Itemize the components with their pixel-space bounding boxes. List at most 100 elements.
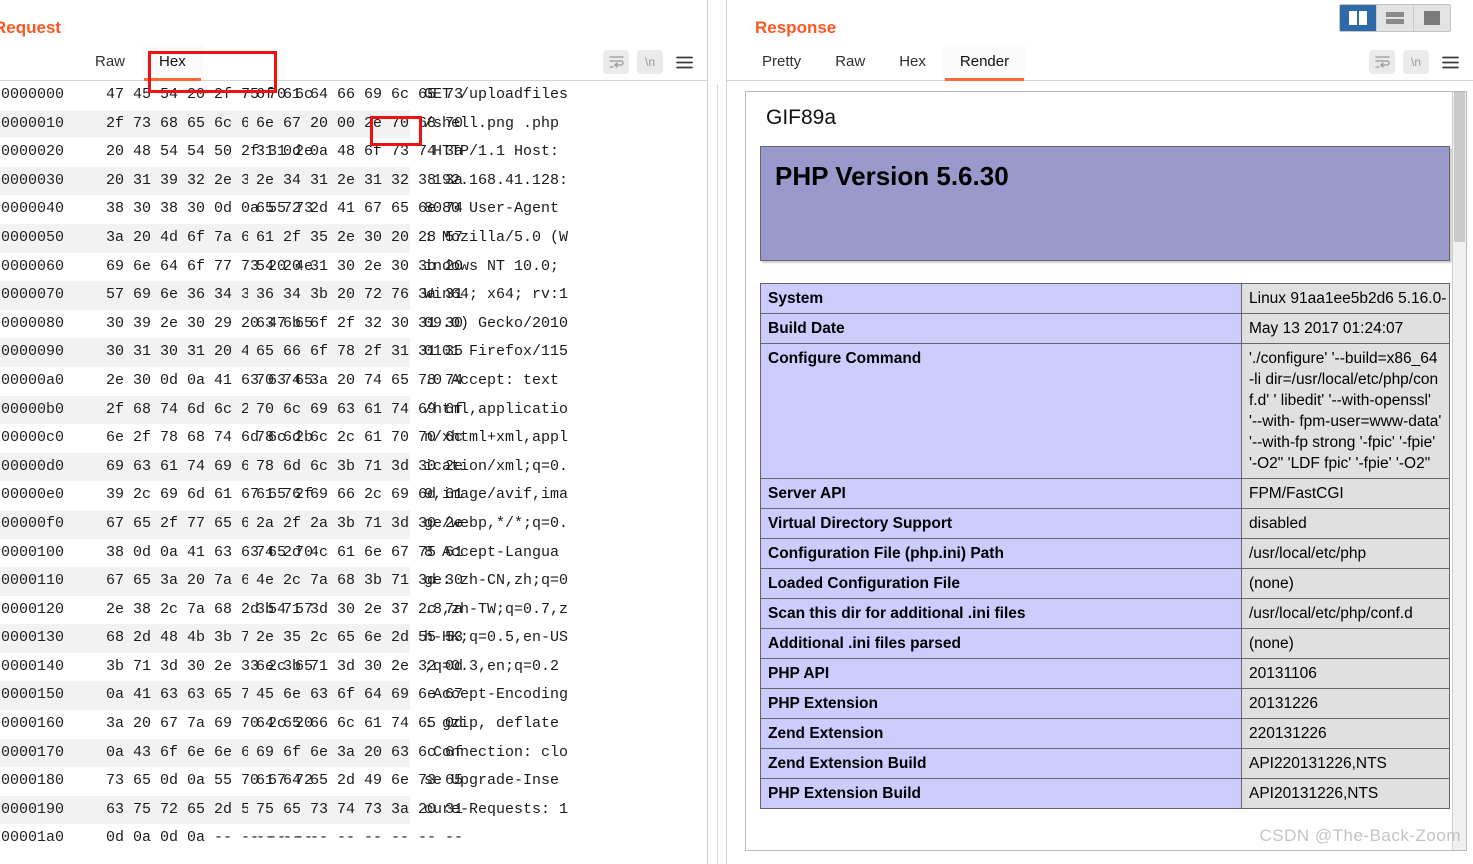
hex-bytes-left[interactable]: 3b 71 3d 30 2e 33 2c 65 xyxy=(96,653,313,682)
hex-bytes-right[interactable]: 54 20 31 30 2e 30 3b 20 xyxy=(248,253,463,282)
hex-bytes-left[interactable]: 0a 43 6f 6e 6e 65 63 74 xyxy=(96,738,313,768)
hex-row[interactable]: 00000100 38 0d 0a 41 63 63 65 7074 2d 4c … xyxy=(0,539,707,568)
hex-bytes-left[interactable]: 30 31 30 31 20 46 69 72 xyxy=(96,338,313,367)
response-render-frame[interactable]: GIF89a PHP Version 5.6.30 System Linux 91… xyxy=(745,91,1467,851)
hex-row[interactable]: 00000160 3a 20 67 7a 69 70 2c 2064 65 66 … xyxy=(0,710,707,739)
split-vertical-icon[interactable] xyxy=(1340,5,1376,31)
hex-row[interactable]: 0000013068 2d 48 4b 3b 71 3d 302e 35 2c … xyxy=(0,624,707,653)
hex-bytes-left[interactable]: 67 65 3a 20 7a 68 2d 43 xyxy=(96,567,313,596)
hex-bytes-right[interactable]: 2a 2f 2a 3b 71 3d 30 2e xyxy=(248,509,463,539)
tab-response-raw[interactable]: Raw xyxy=(818,45,882,80)
hex-row[interactable]: 000001700a 43 6f 6e 6e 65 63 7469 6f 6e … xyxy=(0,738,707,768)
hex-row[interactable]: 000000d069 63 61 74 69 6f 6e 2f78 6d 6c … xyxy=(0,452,707,482)
render-scrollbar[interactable] xyxy=(1452,92,1466,850)
hex-bytes-right[interactable]: 3b 71 3d 30 2e 37 2c 7a xyxy=(248,596,463,625)
hex-row[interactable]: 00000120 2e 38 2c 7a 68 2d 54 573b 71 3d … xyxy=(0,596,707,625)
hex-row[interactable]: 000000f067 65 2f 77 65 62 70 2c2a 2f 2a … xyxy=(0,509,707,539)
hex-row[interactable]: 0000011067 65 3a 20 7a 68 2d 434e 2c 7a … xyxy=(0,567,707,596)
hex-bytes-right[interactable]: 70 6c 69 63 61 74 69 6f xyxy=(248,395,463,425)
hex-bytes-left[interactable]: 69 6e 64 6f 77 73 20 4e xyxy=(96,253,313,282)
hex-bytes-left[interactable]: 0d 0a 0d 0a -- -- -- -- xyxy=(96,824,313,853)
hex-row[interactable]: 0000003020 31 39 32 2e 31 36 382e 34 31 … xyxy=(0,166,707,196)
hex-row[interactable]: 000001a0 0d 0a 0d 0a -- -- -- ---- -- -- … xyxy=(0,824,707,853)
split-horizontal-icon[interactable] xyxy=(1377,5,1413,31)
render-scrollbar-thumb[interactable] xyxy=(1454,92,1465,242)
tab-response-render[interactable]: Render xyxy=(942,45,1027,81)
hex-bytes-left[interactable]: 20 48 54 54 50 2f 31 2e xyxy=(96,138,313,167)
hex-bytes-left[interactable]: 20 31 39 32 2e 31 36 38 xyxy=(96,166,313,196)
hex-bytes-right[interactable]: 70 74 3a 20 74 65 78 74 xyxy=(248,367,463,396)
tab-request-raw[interactable]: Raw xyxy=(78,45,142,80)
hex-row[interactable]: 00000140 3b 71 3d 30 2e 33 2c 656e 3b 71 … xyxy=(0,653,707,682)
hex-row[interactable]: 000000503a 20 4d 6f 7a 69 6c 6c61 2f 35 … xyxy=(0,223,707,253)
panel-divider[interactable] xyxy=(707,0,727,864)
tab-response-hex[interactable]: Hex xyxy=(882,45,943,80)
hex-row[interactable]: 00000040 38 30 38 30 0d 0a 55 7365 72 2d … xyxy=(0,195,707,224)
hex-row[interactable]: 000000e0 39 2c 69 6d 61 67 65 2f61 76 69 … xyxy=(0,481,707,510)
hex-bytes-left[interactable]: 38 30 38 30 0d 0a 55 73 xyxy=(96,195,313,224)
menu-icon[interactable] xyxy=(671,50,697,74)
newline-icon[interactable]: \n xyxy=(637,50,663,74)
hex-bytes-right[interactable]: 4e 2c 7a 68 3b 71 3d 30 xyxy=(248,567,463,596)
hex-row[interactable]: 0000019063 75 72 65 2d 52 65 7175 65 73 … xyxy=(0,795,707,825)
single-pane-icon[interactable] xyxy=(1414,5,1450,31)
hex-bytes-left[interactable]: 2f 73 68 65 6c 6c 2e 70 xyxy=(96,109,313,139)
hex-row[interactable]: 000000b02f 68 74 6d 6c 2c 61 7070 6c 69 … xyxy=(0,395,707,425)
hex-bytes-right[interactable]: 78 6d 6c 2c 61 70 70 6c xyxy=(248,424,463,453)
hex-bytes-left[interactable]: 38 0d 0a 41 63 63 65 70 xyxy=(96,539,313,568)
word-wrap-icon[interactable] xyxy=(1369,50,1395,74)
hex-row[interactable]: 0000009030 31 30 31 20 46 69 7265 66 6f … xyxy=(0,338,707,367)
hex-bytes-right[interactable]: 78 6d 6c 3b 71 3d 30 2e xyxy=(248,452,463,482)
menu-icon[interactable] xyxy=(1437,50,1463,74)
hex-bytes-right[interactable]: 74 2d 4c 61 6e 67 75 61 xyxy=(248,539,463,568)
hex-bytes-right[interactable]: 65 72 2d 41 67 65 6e 74 xyxy=(248,195,463,224)
hex-bytes-right[interactable]: 36 34 3b 20 72 76 3a 31 xyxy=(248,281,463,310)
hex-bytes-right[interactable]: 6e 3b 71 3d 30 2e 32 0d xyxy=(248,653,463,682)
hex-bytes-left[interactable]: 6e 2f 78 68 74 6d 6c 2b xyxy=(96,424,313,453)
hex-row[interactable]: 00000180 73 65 0d 0a 55 70 67 7261 64 65 … xyxy=(0,767,707,796)
hex-bytes-right[interactable]: -- -- -- -- -- -- -- -- xyxy=(248,824,463,853)
hex-bytes-left[interactable]: 73 65 0d 0a 55 70 67 72 xyxy=(96,767,313,796)
hex-bytes-right[interactable]: 61 2f 35 2e 30 20 28 57 xyxy=(248,223,463,253)
hex-bytes-right[interactable]: 31 0d 0a 48 6f 73 74 3a xyxy=(248,138,463,167)
hex-bytes-right[interactable]: 61 64 65 2d 49 6e 73 65 xyxy=(248,767,463,796)
hex-bytes-left[interactable]: 67 65 2f 77 65 62 70 2c xyxy=(96,509,313,539)
hex-bytes-left[interactable]: 47 45 54 20 2f 75 70 6c xyxy=(96,81,313,110)
hex-bytes-left[interactable]: 69 63 61 74 69 6f 6e 2f xyxy=(96,452,313,482)
hex-bytes-right[interactable]: 61 76 69 66 2c 69 6d 61 xyxy=(248,481,463,510)
hex-row[interactable]: 00000020 20 48 54 54 50 2f 31 2e31 0d 0a … xyxy=(0,138,707,167)
hex-row[interactable]: 000001500a 41 63 63 65 70 74 2d45 6e 63 … xyxy=(0,681,707,711)
hex-bytes-right[interactable]: 6e 67 20 00 2e 70 68 70 xyxy=(248,109,463,139)
hex-bytes-left[interactable]: 3a 20 4d 6f 7a 69 6c 6c xyxy=(96,223,313,253)
hex-bytes-left[interactable]: 2e 30 0d 0a 41 63 63 65 xyxy=(96,367,313,396)
hex-bytes-right[interactable]: 63 6b 6f 2f 32 30 31 30 xyxy=(248,310,463,339)
hex-bytes-left[interactable]: 2e 38 2c 7a 68 2d 54 57 xyxy=(96,596,313,625)
hex-row[interactable]: 00000060 69 6e 64 6f 77 73 20 4e54 20 31 … xyxy=(0,253,707,282)
tab-response-pretty[interactable]: Pretty xyxy=(745,45,818,80)
request-hex-view[interactable]: 00000000 47 45 54 20 2f 75 70 6c6f 61 64 … xyxy=(0,81,707,853)
hex-bytes-right[interactable]: 75 65 73 74 73 3a 20 31 xyxy=(248,795,463,825)
hex-row[interactable]: 000000a0 2e 30 0d 0a 41 63 63 6570 74 3a … xyxy=(0,367,707,396)
hex-bytes-right[interactable]: 65 66 6f 78 2f 31 31 35 xyxy=(248,338,463,367)
hex-bytes-left[interactable]: 3a 20 67 7a 69 70 2c 20 xyxy=(96,710,313,739)
hex-bytes-right[interactable]: 64 65 66 6c 61 74 65 0d xyxy=(248,710,463,739)
hex-bytes-left[interactable]: 63 75 72 65 2d 52 65 71 xyxy=(96,795,313,825)
hex-bytes-left[interactable]: 30 39 2e 30 29 20 47 65 xyxy=(96,310,313,339)
hex-bytes-right[interactable]: 45 6e 63 6f 64 69 6e 67 xyxy=(248,681,463,711)
hex-bytes-left[interactable]: 2f 68 74 6d 6c 2c 61 70 xyxy=(96,395,313,425)
hex-row[interactable]: 000000c0 6e 2f 78 68 74 6d 6c 2b78 6d 6c … xyxy=(0,424,707,453)
hex-bytes-left[interactable]: 0a 41 63 63 65 70 74 2d xyxy=(96,681,313,711)
hex-bytes-right[interactable]: 69 6f 6e 3a 20 63 6c 6f xyxy=(248,738,463,768)
tab-request-hex[interactable]: Hex xyxy=(142,45,203,81)
word-wrap-icon[interactable] xyxy=(603,50,629,74)
hex-bytes-right[interactable]: 2e 35 2c 65 6e 2d 55 53 xyxy=(248,624,463,653)
hex-bytes-left[interactable]: 39 2c 69 6d 61 67 65 2f xyxy=(96,481,313,510)
hex-bytes-right[interactable]: 2e 34 31 2e 31 32 38 3a xyxy=(248,166,463,196)
hex-bytes-left[interactable]: 68 2d 48 4b 3b 71 3d 30 xyxy=(96,624,313,653)
hex-row[interactable]: 0000007057 69 6e 36 34 3b 20 7836 34 3b … xyxy=(0,281,707,310)
hex-row[interactable]: 00000080 30 39 2e 30 29 20 47 6563 6b 6f … xyxy=(0,310,707,339)
hex-bytes-left[interactable]: 57 69 6e 36 34 3b 20 78 xyxy=(96,281,313,310)
newline-icon[interactable]: \n xyxy=(1403,50,1429,74)
hex-row[interactable]: 00000000 47 45 54 20 2f 75 70 6c6f 61 64 … xyxy=(0,81,707,110)
hex-row[interactable]: 000000102f 73 68 65 6c 6c 2e 706e 67 20 … xyxy=(0,109,707,139)
